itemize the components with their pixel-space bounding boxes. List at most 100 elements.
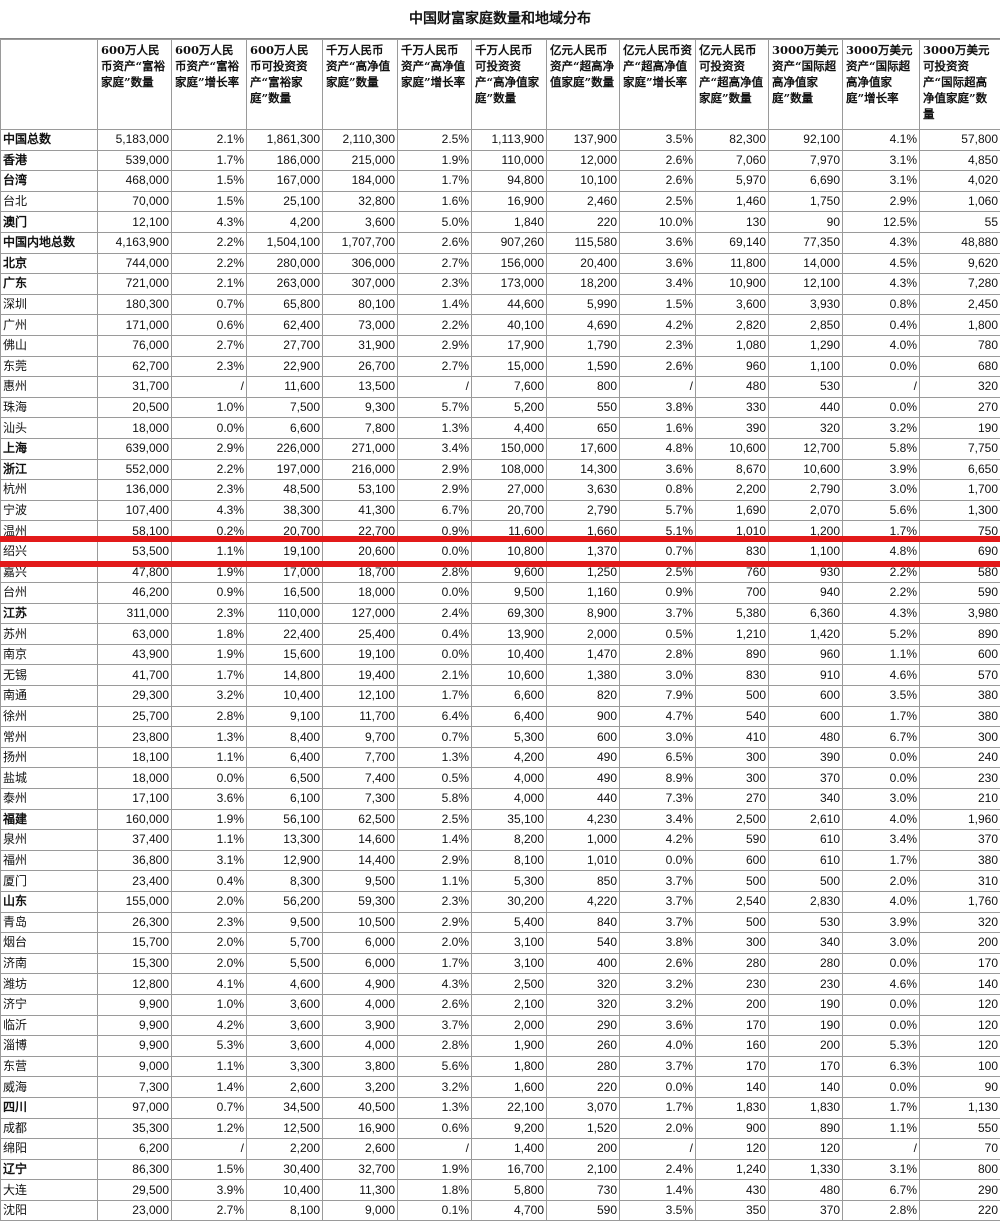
region-name-cell: 四川 (1, 1097, 98, 1118)
value-cell: 4.8% (620, 438, 696, 459)
value-cell: 1.6% (398, 191, 472, 212)
value-cell: 3.2% (172, 686, 247, 707)
value-cell: 1,460 (696, 191, 769, 212)
value-cell: 22,900 (247, 356, 323, 377)
table-row: 珠海20,5001.0%7,5009,3005.7%5,2005503.8%33… (1, 397, 1000, 418)
value-cell: 11,300 (323, 1180, 398, 1201)
value-cell: 14,400 (323, 850, 398, 871)
value-cell: / (172, 1139, 247, 1160)
value-cell: 2.8% (398, 562, 472, 583)
value-cell: 1,800 (472, 1056, 547, 1077)
value-cell: / (843, 377, 920, 398)
region-name-cell: 杭州 (1, 480, 98, 501)
value-cell: 410 (696, 727, 769, 748)
value-cell: 0.1% (398, 1200, 472, 1221)
value-cell: 2,540 (696, 891, 769, 912)
value-cell: 180,300 (98, 294, 172, 315)
value-cell: 2.3% (620, 335, 696, 356)
value-cell: 29,300 (98, 686, 172, 707)
value-cell: 3,930 (769, 294, 843, 315)
value-cell: 4,000 (323, 994, 398, 1015)
value-cell: 226,000 (247, 438, 323, 459)
value-cell: 1,760 (920, 891, 1000, 912)
value-cell: 10,500 (323, 912, 398, 933)
table-row: 苏州63,0001.8%22,40025,4000.4%13,9002,0000… (1, 624, 1000, 645)
value-cell: 230 (920, 768, 1000, 789)
value-cell: 155,000 (98, 891, 172, 912)
value-cell: 57,800 (920, 130, 1000, 151)
value-cell: 320 (769, 418, 843, 439)
value-cell: 1,300 (920, 500, 1000, 521)
value-cell: 70 (920, 1139, 1000, 1160)
value-cell: 307,000 (323, 274, 398, 295)
value-cell: 9,900 (98, 1015, 172, 1036)
value-cell: 3,070 (547, 1097, 620, 1118)
value-cell: 600 (769, 686, 843, 707)
value-cell: 5,990 (547, 294, 620, 315)
region-name-cell: 台州 (1, 583, 98, 604)
value-cell: 6.5% (620, 747, 696, 768)
table-row: 中国内地总数4,163,9002.2%1,504,1001,707,7002.6… (1, 232, 1000, 253)
value-cell: 580 (920, 562, 1000, 583)
value-cell: 160,000 (98, 809, 172, 830)
region-name-cell: 潍坊 (1, 974, 98, 995)
value-cell: 271,000 (323, 438, 398, 459)
value-cell: / (620, 1139, 696, 1160)
table-row: 中国总数5,183,0002.1%1,861,3002,110,3002.5%1… (1, 130, 1000, 151)
table-row: 惠州31,700/11,60013,500/7,600800/480530/32… (1, 377, 1000, 398)
header-corner (1, 40, 98, 130)
region-name-cell: 苏州 (1, 624, 98, 645)
value-cell: 2.0% (172, 891, 247, 912)
value-cell: 370 (769, 1200, 843, 1221)
value-cell: 3.6% (620, 253, 696, 274)
value-cell: 390 (769, 747, 843, 768)
value-cell: 160 (696, 1036, 769, 1057)
value-cell: 35,100 (472, 809, 547, 830)
value-cell: 7,500 (247, 397, 323, 418)
value-cell: 7,280 (920, 274, 1000, 295)
value-cell: 610 (769, 830, 843, 851)
value-cell: 2.9% (398, 850, 472, 871)
value-cell: 1,210 (696, 624, 769, 645)
value-cell: 2.4% (620, 1159, 696, 1180)
value-cell: 3,600 (247, 994, 323, 1015)
value-cell: 280 (696, 953, 769, 974)
value-cell: 9,620 (920, 253, 1000, 274)
value-cell: 94,800 (472, 171, 547, 192)
value-cell: 2.0% (398, 933, 472, 954)
value-cell: 530 (769, 377, 843, 398)
value-cell: 9,900 (98, 994, 172, 1015)
value-cell: 56,100 (247, 809, 323, 830)
value-cell: 2.2% (398, 315, 472, 336)
value-cell: 26,700 (323, 356, 398, 377)
value-cell: 1,800 (920, 315, 1000, 336)
region-name-cell: 佛山 (1, 335, 98, 356)
value-cell: 5,300 (472, 871, 547, 892)
value-cell: 19,400 (323, 665, 398, 686)
value-cell: 1.9% (172, 562, 247, 583)
value-cell: 370 (769, 768, 843, 789)
value-cell: 0.7% (620, 541, 696, 562)
value-cell: 25,400 (323, 624, 398, 645)
region-name-cell: 青岛 (1, 912, 98, 933)
value-cell: 3.0% (620, 665, 696, 686)
value-cell: 7,970 (769, 150, 843, 171)
value-cell: 490 (547, 768, 620, 789)
value-cell: 440 (547, 789, 620, 810)
value-cell: 2.6% (398, 994, 472, 1015)
value-cell: 44,600 (472, 294, 547, 315)
value-cell: 2,500 (696, 809, 769, 830)
value-cell: 4.3% (843, 232, 920, 253)
value-cell: 4,163,900 (98, 232, 172, 253)
value-cell: 890 (769, 1118, 843, 1139)
value-cell: 3.7% (620, 891, 696, 912)
value-cell: 115,580 (547, 232, 620, 253)
value-cell: 500 (696, 912, 769, 933)
value-cell: 2.5% (398, 130, 472, 151)
value-cell: 2.5% (620, 562, 696, 583)
value-cell: 600 (769, 706, 843, 727)
value-cell: 1.3% (172, 727, 247, 748)
value-cell: 1.7% (620, 1097, 696, 1118)
value-cell: 1.5% (172, 171, 247, 192)
value-cell: 3.4% (620, 274, 696, 295)
